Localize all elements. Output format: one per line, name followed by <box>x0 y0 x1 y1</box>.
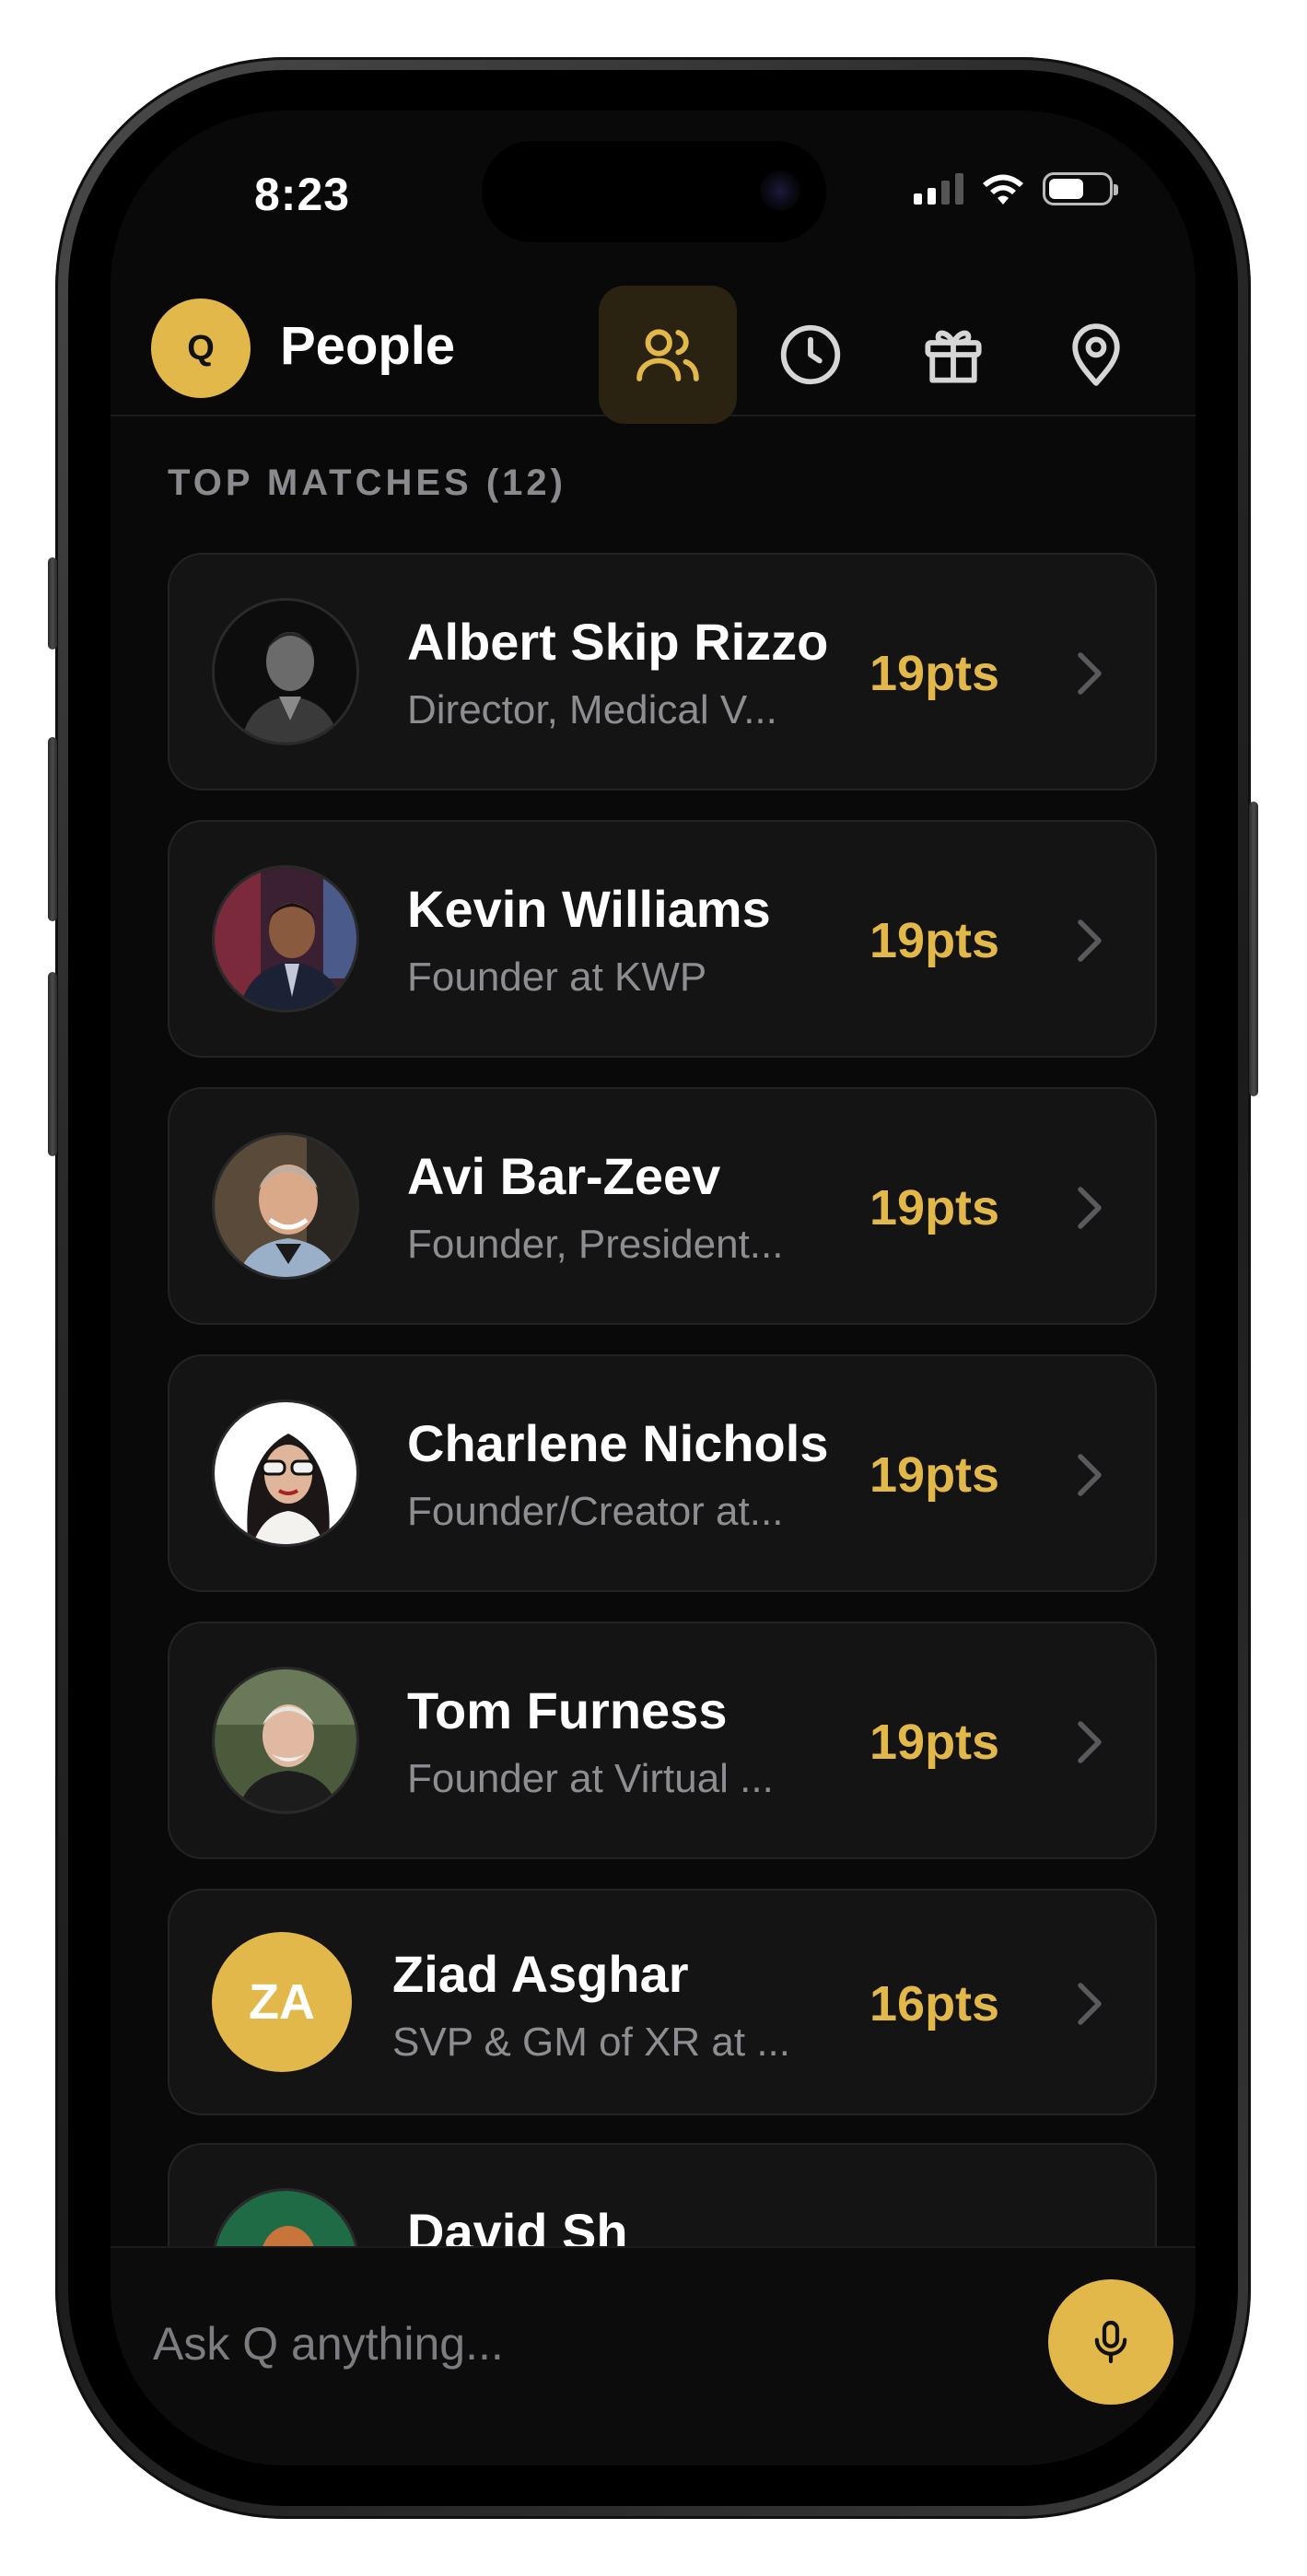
match-subtitle: Director, Medical V... <box>407 687 777 732</box>
list-item[interactable]: Avi Bar-Zeev Founder, President... 19pts <box>168 1087 1157 1325</box>
match-points: 19pts <box>869 913 1000 968</box>
battery-icon <box>1043 172 1118 205</box>
ask-bar <box>111 2246 1196 2465</box>
list-item[interactable]: Kevin Williams Founder at KWP 19pts <box>168 820 1157 1058</box>
location-pin-icon <box>1072 323 1120 386</box>
match-points: 19pts <box>869 1447 1000 1503</box>
match-name: Tom Furness <box>407 1681 728 1739</box>
tab-gifts[interactable] <box>884 286 1022 424</box>
match-name: Albert Skip Rizzo <box>407 613 829 671</box>
list-item[interactable]: Tom Furness Founder at Virtual ... 19pts <box>168 1622 1157 1859</box>
power-button <box>1249 802 1258 1096</box>
avatar-initials: ZA <box>212 1932 352 2072</box>
microphone-icon <box>1094 2320 1127 2364</box>
avatar <box>212 1132 359 1280</box>
list-item[interactable]: Charlene Nichols Founder/Creator at... 1… <box>168 1354 1157 1592</box>
avatar <box>212 1667 359 1814</box>
tab-people[interactable] <box>599 286 737 424</box>
dynamic-island <box>482 141 826 242</box>
match-points: 19pts <box>869 1180 1000 1235</box>
avatar <box>212 865 359 1013</box>
match-points: 19pts <box>869 1715 1000 1770</box>
app-header: Q People <box>111 267 1196 424</box>
match-subtitle: Founder at Virtual ... <box>407 1756 774 1801</box>
volume-down-button <box>48 972 57 1156</box>
match-name: Ziad Asghar <box>392 1945 689 2003</box>
match-name: Charlene Nichols <box>407 1414 829 1472</box>
app-screen: 8:23 Q People TOP MATCHES (12) Albert Sk… <box>111 111 1196 2465</box>
q-logo[interactable]: Q <box>151 299 251 398</box>
match-subtitle: SVP & GM of XR at ... <box>392 2020 791 2065</box>
cellular-signal-icon <box>914 173 963 205</box>
match-subtitle: Founder/Creator at... <box>407 1489 784 1534</box>
match-points: 16pts <box>869 1976 1000 2032</box>
people-icon <box>636 329 699 381</box>
status-time: 8:23 <box>254 169 351 220</box>
camera-icon <box>760 170 800 211</box>
chevron-right-icon <box>1078 1187 1102 1229</box>
avatar <box>212 1399 359 1547</box>
gift-icon <box>925 330 982 383</box>
chevron-right-icon <box>1078 919 1102 962</box>
list-item[interactable]: ZA Ziad Asghar SVP & GM of XR at ... 16p… <box>168 1889 1157 2115</box>
list-item[interactable]: Albert Skip Rizzo Director, Medical V...… <box>168 553 1157 790</box>
page-title: People <box>280 316 456 376</box>
wifi-icon <box>983 174 1023 205</box>
match-points: 19pts <box>869 646 1000 701</box>
chevron-right-icon <box>1078 652 1102 695</box>
match-subtitle: Founder at KWP <box>407 954 707 1000</box>
chevron-right-icon <box>1078 1721 1102 1763</box>
section-title: TOP MATCHES (12) <box>168 463 566 503</box>
mic-button[interactable] <box>1048 2279 1173 2405</box>
ask-input[interactable] <box>151 2292 984 2395</box>
status-icons <box>914 171 1118 206</box>
match-name: Kevin Williams <box>407 880 771 938</box>
volume-up-button <box>48 737 57 921</box>
match-subtitle: Founder, President... <box>407 1222 784 1267</box>
tab-location[interactable] <box>1027 286 1165 424</box>
match-name: Avi Bar-Zeev <box>407 1147 721 1205</box>
tab-history[interactable] <box>741 286 880 424</box>
chevron-right-icon <box>1078 1454 1102 1496</box>
clock-icon <box>780 324 841 385</box>
chevron-right-icon <box>1078 1983 1102 2025</box>
avatar <box>212 598 359 745</box>
action-button <box>48 557 57 650</box>
